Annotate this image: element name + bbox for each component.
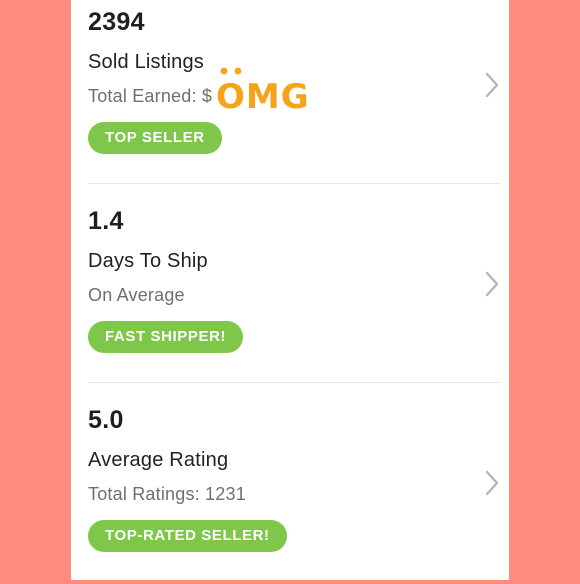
chevron-right-icon[interactable] [483,269,501,299]
stat-value: 2394 [88,8,145,36]
stat-value: 1.4 [88,207,124,235]
stat-subtext: Total Earned: $ [88,86,213,106]
stat-row-average-rating[interactable]: 5.0 Average Rating Total Ratings: 1231 T… [71,398,509,584]
top-seller-badge: TOP SELLER [88,122,222,154]
stat-label: Average Rating [88,449,229,471]
omg-sticker-icon: OMG [215,66,310,112]
stat-subtext: Total Ratings: 1231 [88,484,246,504]
chevron-right-icon[interactable] [483,70,501,100]
chevron-right-icon[interactable] [483,468,501,498]
stat-value: 5.0 [88,406,124,434]
stat-label: Sold Listings [88,51,204,73]
stat-row-days-to-ship[interactable]: 1.4 Days To Ship On Average FAST SHIPPER… [71,199,509,385]
fast-shipper-badge: FAST SHIPPER! [88,321,244,353]
stat-label: Days To Ship [88,250,208,272]
top-rated-seller-badge: TOP-RATED SELLER! [88,520,287,552]
divider [88,382,500,383]
divider [88,183,500,184]
omg-sticker-text: OMG [216,77,310,112]
stat-subtext: On Average [88,285,185,305]
